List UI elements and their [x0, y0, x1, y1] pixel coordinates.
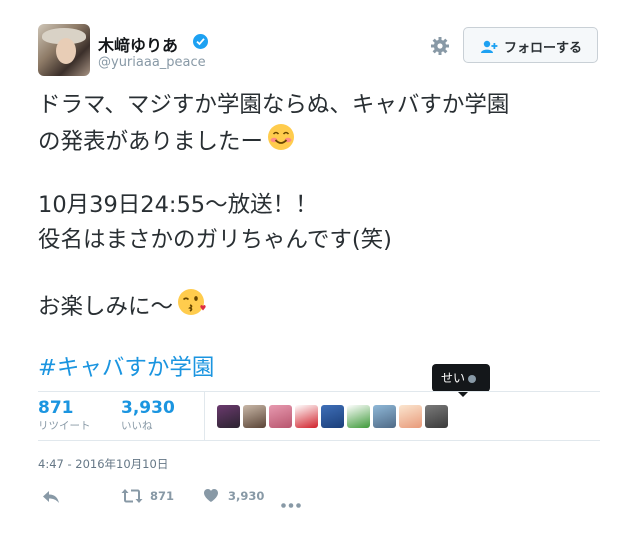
tweet-line-with-emoji: お楽しみに〜 — [38, 288, 608, 323]
tweet-line-text: お楽しみに〜 — [38, 294, 174, 320]
tweet-line: 役名はまさかのガリちゃんです(笑) — [38, 227, 392, 253]
liker-avatar[interactable] — [425, 405, 448, 428]
liker-avatar[interactable] — [373, 405, 396, 428]
user-handle[interactable]: @yuriaaa_peace — [98, 55, 206, 70]
retweet-label: リツイート — [38, 420, 91, 432]
timestamp[interactable]: 4:47 - 2016年10月10日 — [38, 456, 168, 472]
like-label: いいね — [121, 420, 153, 432]
liker-avatar[interactable] — [295, 405, 318, 428]
tweet-line: 10月39日24:55〜放送！！ — [38, 192, 318, 218]
reply-icon[interactable] — [42, 489, 60, 508]
avatar[interactable] — [38, 24, 90, 76]
like-action-count[interactable]: 3,930 — [228, 489, 264, 503]
gear-icon[interactable] — [430, 36, 450, 56]
follow-button[interactable]: フォローする — [463, 27, 598, 63]
follow-button-label: フォローする — [504, 41, 583, 56]
kissing-wink-emoji — [177, 288, 207, 327]
add-user-icon — [480, 39, 498, 58]
liker-avatar[interactable] — [347, 405, 370, 428]
liker-avatars — [217, 405, 448, 428]
tweet-text: ドラマ、マジすか学園ならぬ、キャバすか学園 の発表がありましたー 10月39日2… — [38, 88, 608, 323]
liker-tooltip: せい — [432, 364, 490, 397]
heart-icon[interactable] — [203, 488, 219, 507]
liker-avatar[interactable] — [399, 405, 422, 428]
divider — [38, 391, 600, 392]
display-name[interactable]: 木﨑ゆりあ — [98, 32, 178, 56]
liker-avatar[interactable] — [217, 405, 240, 428]
liker-avatar[interactable] — [321, 405, 344, 428]
tweet-line: ドラマ、マジすか学園ならぬ、キャバすか学園 — [38, 92, 510, 118]
verified-badge-icon — [193, 34, 208, 49]
tweet-line-with-emoji: の発表がありましたー — [38, 123, 608, 158]
retweet-icon[interactable] — [121, 488, 143, 508]
retweet-action-count[interactable]: 871 — [150, 489, 174, 503]
retweet-count: 871 — [38, 398, 74, 418]
hashtag-link[interactable]: #キャバすか学園 — [38, 350, 214, 382]
liker-avatar[interactable] — [269, 405, 292, 428]
stats-divider — [204, 392, 205, 440]
like-count: 3,930 — [121, 398, 175, 418]
tweet-line-text: の発表がありましたー — [38, 129, 264, 155]
like-stat[interactable]: 3,930 いいね — [121, 398, 175, 433]
tooltip-text: せい — [441, 369, 477, 386]
retweet-stat[interactable]: 871 リツイート — [38, 398, 91, 433]
more-icon[interactable] — [281, 493, 301, 512]
tooltip-name: せい — [441, 371, 466, 385]
smiling-blush-emoji — [267, 123, 295, 162]
liker-avatar[interactable] — [243, 405, 266, 428]
tooltip-face-icon — [468, 374, 477, 383]
divider — [38, 440, 600, 441]
